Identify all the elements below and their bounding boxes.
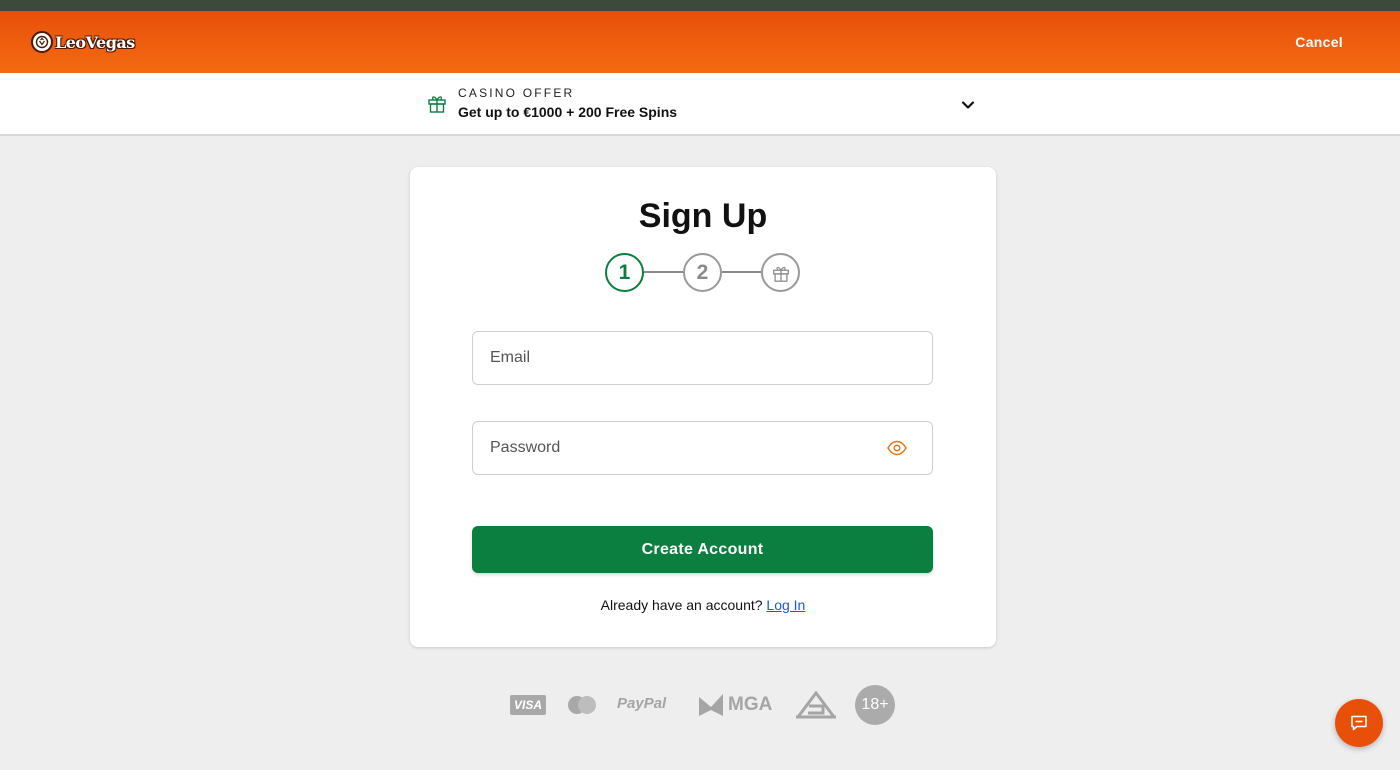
step-3-reward	[761, 253, 800, 292]
step-1: 1	[605, 253, 644, 292]
email-input[interactable]	[490, 349, 915, 367]
offer-text: Get up to €1000 + 200 Free Spins	[458, 104, 678, 120]
offer-kicker: CASINO OFFER	[458, 86, 575, 100]
offer-banner[interactable]: CASINO OFFER Get up to €1000 + 200 Free …	[0, 73, 1400, 136]
gift-icon	[428, 96, 446, 113]
offer-content: CASINO OFFER Get up to €1000 + 200 Free …	[426, 86, 677, 120]
password-field[interactable]	[472, 421, 933, 475]
mga-logo: MGA	[698, 693, 772, 717]
brand-name: LeoVegas	[55, 32, 135, 52]
age-badge: 18+	[855, 685, 895, 725]
mga-icon	[699, 694, 723, 716]
login-link[interactable]: Log In	[766, 597, 805, 613]
eye-icon[interactable]	[886, 437, 908, 459]
cancel-button[interactable]: Cancel	[1295, 34, 1343, 50]
chevron-down-icon[interactable]	[958, 95, 978, 115]
mga-text: MGA	[728, 694, 773, 715]
page-title: Sign Up	[638, 197, 768, 235]
gift-icon	[772, 266, 789, 282]
email-field[interactable]	[472, 331, 933, 385]
ga-logo	[796, 691, 836, 719]
step-2: 2	[683, 253, 722, 292]
top-bar: LeoVegas Cancel	[0, 11, 1400, 73]
lion-icon	[31, 31, 53, 53]
mastercard-logo	[568, 696, 596, 714]
leovegas-logo[interactable]: LeoVegas	[31, 31, 135, 53]
chat-icon	[1351, 715, 1367, 731]
paypal-logo: PayPal	[617, 695, 667, 712]
visa-logo: VISA	[510, 695, 546, 715]
create-account-button[interactable]: Create Account	[472, 526, 933, 573]
signup-card: Sign Up 1 2 Create Account Already have …	[410, 167, 996, 647]
step-connector	[722, 271, 761, 273]
login-prompt: Already have an account?	[600, 597, 763, 613]
offer-text-block: CASINO OFFER Get up to €1000 + 200 Free …	[458, 86, 677, 120]
step-connector	[644, 271, 683, 273]
login-prompt-row: Already have an account? Log In	[410, 597, 996, 613]
browser-strip	[0, 0, 1400, 11]
password-input[interactable]	[490, 439, 886, 457]
signup-stepper: 1 2	[605, 253, 801, 293]
chat-button[interactable]	[1335, 699, 1383, 747]
